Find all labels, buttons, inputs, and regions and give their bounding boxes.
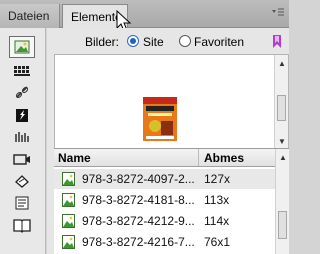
list-scroll-thumb[interactable]: [278, 211, 287, 239]
sidebar-item-colors[interactable]: [9, 60, 35, 82]
image-file-icon: [62, 235, 75, 249]
flash-icon: [16, 109, 28, 122]
sidebar-item-scripts[interactable]: [9, 170, 35, 192]
list-item[interactable]: 978-3-8272-4212-9... 114x: [54, 211, 275, 231]
templates-icon: [15, 196, 29, 210]
image-file-icon: [62, 214, 75, 228]
list-item[interactable]: 978-3-8272-4097-2... 127x: [54, 169, 275, 189]
radio-site[interactable]: [127, 35, 139, 47]
scroll-thumb[interactable]: [277, 95, 286, 121]
assets-panel-content: Bilder: Site Favoriten ▲ ▼ Name Abmes 97…: [47, 28, 289, 254]
image-filter-row: Bilder: Site Favoriten: [47, 28, 289, 54]
list-scrollbar[interactable]: ▲: [275, 149, 289, 254]
tab-dateien[interactable]: Dateien: [0, 4, 60, 28]
sidebar-item-flash[interactable]: [9, 104, 35, 126]
asset-list: Name Abmes 978-3-8272-4097-2... 127x 978…: [54, 148, 289, 254]
preview-scrollbar[interactable]: ▲ ▼: [274, 55, 288, 163]
asset-category-sidebar: [0, 28, 46, 254]
sidebar-item-urls[interactable]: [9, 82, 35, 104]
scripts-icon: [15, 175, 29, 188]
urls-icon: [15, 86, 29, 99]
radio-favoriten[interactable]: [179, 35, 191, 47]
file-dimensions: 114x: [204, 214, 230, 228]
image-file-icon: [62, 172, 75, 186]
file-dimensions: 113x: [204, 193, 230, 207]
sidebar-item-movies[interactable]: [9, 148, 35, 170]
library-icon: [13, 219, 31, 233]
sidebar-item-templates[interactable]: [9, 192, 35, 214]
list-item[interactable]: 978-3-8272-4181-8... 113x: [54, 190, 275, 210]
file-name: 978-3-8272-4181-8...: [82, 193, 195, 207]
file-name: 978-3-8272-4216-7...: [82, 235, 195, 249]
panel-menu-icon[interactable]: [271, 7, 285, 19]
radio-favoriten-label[interactable]: Favoriten: [194, 35, 244, 49]
list-item[interactable]: 978-3-8272-4216-7... 76x1: [54, 232, 275, 252]
sidebar-item-library[interactable]: [9, 214, 35, 236]
images-icon: [14, 40, 30, 54]
colors-icon: [14, 66, 30, 76]
image-file-icon: [62, 193, 75, 207]
movies-icon: [13, 154, 30, 165]
list-scroll-up-icon[interactable]: ▲: [276, 151, 290, 165]
file-dimensions: 76x1: [204, 235, 231, 249]
radio-site-label[interactable]: Site: [143, 35, 164, 49]
scroll-up-arrow-icon[interactable]: ▲: [275, 57, 289, 71]
sidebar-item-shockwave[interactable]: [9, 126, 35, 148]
book-cover-thumbnail: [143, 97, 177, 141]
filter-label: Bilder:: [85, 35, 120, 49]
sidebar-item-images[interactable]: [9, 36, 35, 58]
file-dimensions: 127x: [204, 172, 231, 186]
list-header: Name Abmes: [54, 149, 289, 167]
file-name: 978-3-8272-4097-2...: [82, 172, 195, 186]
shockwave-icon: [15, 132, 29, 142]
file-name: 978-3-8272-4212-9...: [82, 214, 195, 228]
panel-tab-bar: Dateien Elemente: [0, 0, 289, 32]
favorites-icon: [273, 35, 281, 48]
column-name[interactable]: Name: [58, 151, 91, 165]
scroll-down-arrow-icon[interactable]: ▼: [275, 135, 289, 149]
column-abmessungen[interactable]: Abmes: [198, 149, 275, 166]
